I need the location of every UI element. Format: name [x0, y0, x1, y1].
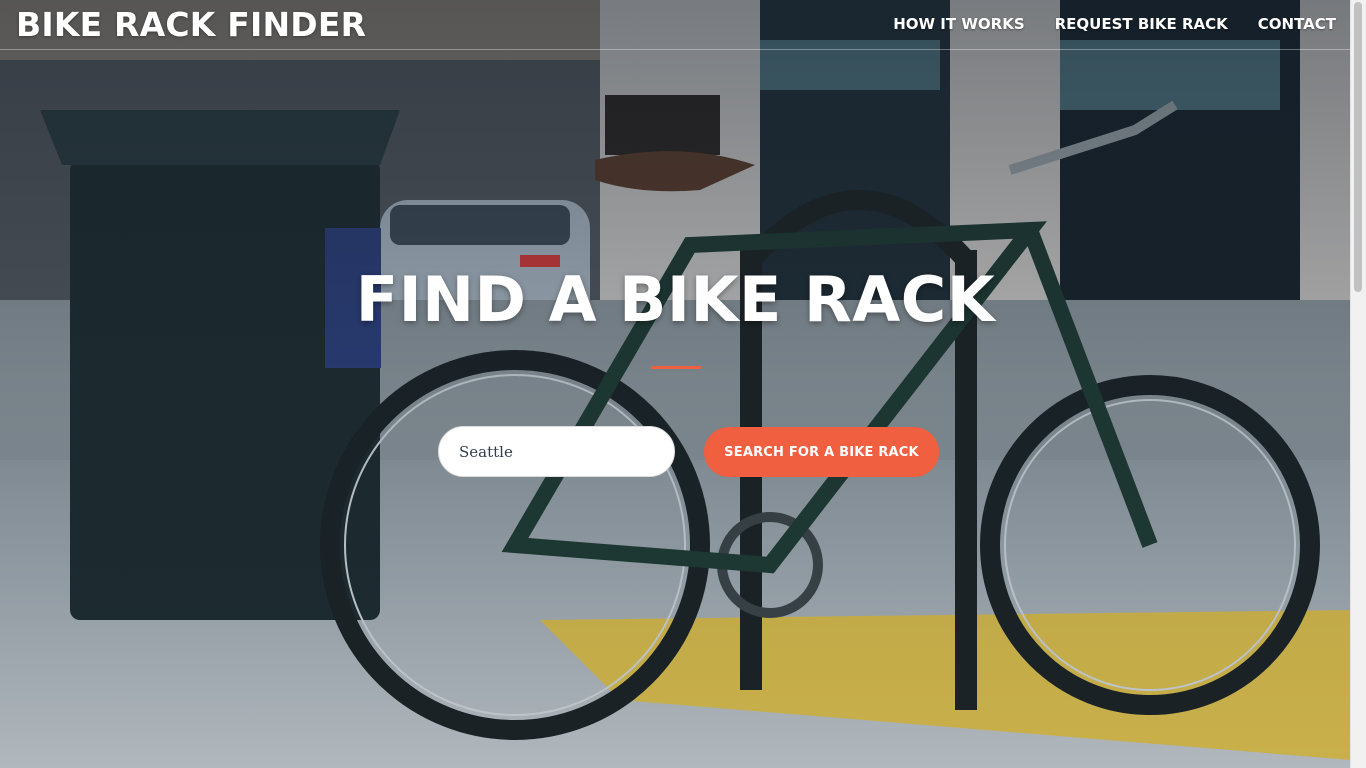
background-photo — [0, 0, 1351, 768]
nav-links: HOW IT WORKS REQUEST BIKE RACK CONTACT — [893, 15, 1336, 33]
search-bike-rack-button[interactable]: SEARCH FOR A BIKE RACK — [704, 427, 939, 477]
nav-link-how-it-works[interactable]: HOW IT WORKS — [893, 15, 1024, 33]
hero-divider — [651, 366, 701, 369]
nav-link-request-bike-rack[interactable]: REQUEST BIKE RACK — [1055, 15, 1228, 33]
page-scrollbar[interactable] — [1350, 0, 1366, 768]
brand-logo-link[interactable]: BIKE RACK FINDER — [16, 5, 366, 44]
landing-page: BIKE RACK FINDER HOW IT WORKS REQUEST BI… — [0, 0, 1366, 768]
location-search-input[interactable] — [438, 426, 675, 477]
hero-title: FIND A BIKE RACK — [355, 263, 996, 336]
top-navbar: BIKE RACK FINDER HOW IT WORKS REQUEST BI… — [0, 0, 1351, 50]
scrollbar-thumb[interactable] — [1354, 2, 1362, 292]
nav-link-contact[interactable]: CONTACT — [1258, 15, 1336, 33]
